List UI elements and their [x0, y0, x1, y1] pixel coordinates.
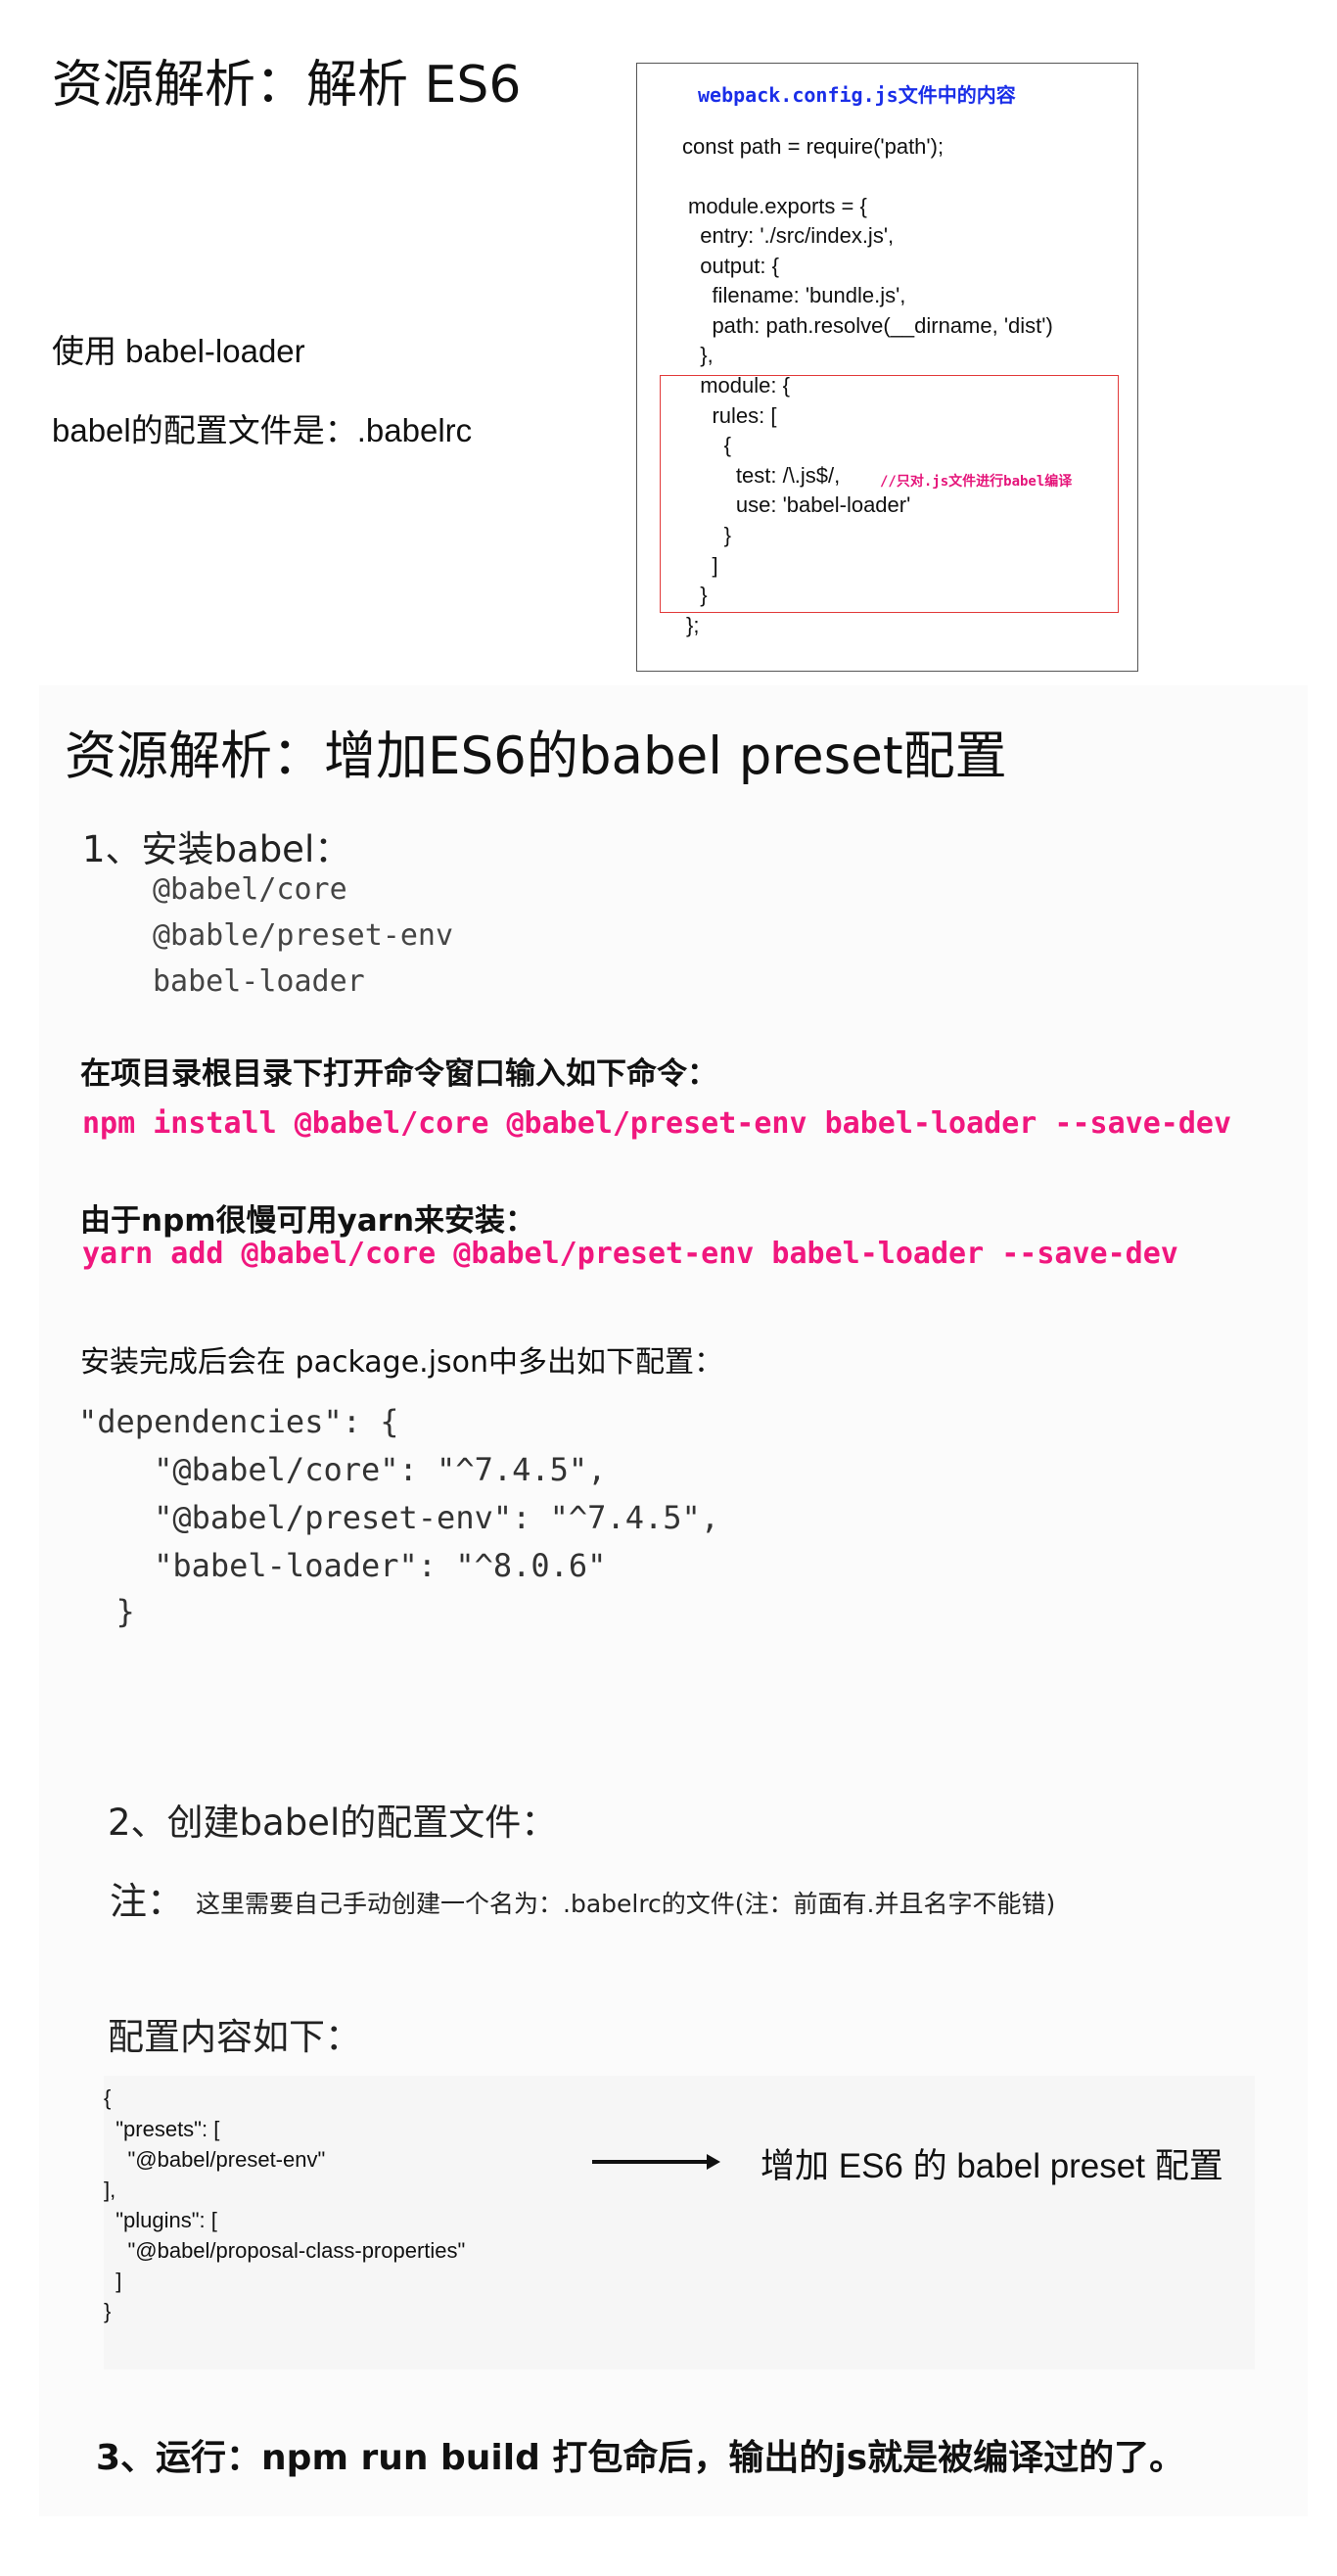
- package-item: babel-loader: [153, 964, 365, 999]
- config-line: {: [104, 2085, 112, 2110]
- deps-line: "babel-loader": "^8.0.6": [78, 1547, 607, 1584]
- npm-install-command: npm install @babel/core @babel/preset-en…: [82, 1106, 1231, 1141]
- step2-heading: 2、创建babel的配置文件：: [108, 1802, 558, 1844]
- config-line: "plugins": [: [104, 2208, 217, 2232]
- yarn-note: 由于npm很慢可用yarn来安装：: [80, 1203, 536, 1239]
- deps-line: "@babel/preset-env": "^7.4.5",: [78, 1499, 720, 1536]
- slide1-line-babel-loader: 使用 babel-loader: [52, 333, 305, 369]
- config-line: ]: [104, 2269, 122, 2293]
- yarn-add-command: yarn add @babel/core @babel/preset-env b…: [82, 1237, 1178, 1271]
- config-line: }: [104, 2299, 112, 2323]
- code-line: };: [686, 613, 700, 637]
- babelrc-config-box: [104, 2076, 1255, 2369]
- module-highlight-box: [660, 375, 1119, 613]
- code-box-heading: webpack.config.js文件中的内容: [698, 83, 1016, 107]
- install-instruction: 在项目录根目录下打开命令窗口输入如下命令：: [80, 1056, 717, 1092]
- babelrc-note: 这里需要自己手动创建一个名为：.babelrc的文件(注：前面有.并且名字不能错…: [196, 1890, 1056, 1918]
- slide1-title: 资源解析：解析 ES6: [52, 56, 522, 115]
- arrow-right-icon: [592, 2160, 712, 2164]
- code-line: filename: 'bundle.js',: [688, 283, 906, 307]
- config-line: ],: [104, 2178, 116, 2202]
- code-line: path: path.resolve(__dirname, 'dist'): [688, 313, 1053, 338]
- slide2-title: 资源解析：增加ES6的babel preset配置: [65, 726, 1007, 786]
- step1-heading: 1、安装babel：: [82, 828, 351, 870]
- code-line: entry: './src/index.js',: [688, 223, 895, 248]
- deps-line: }: [78, 1593, 135, 1630]
- package-item: @bable/preset-env: [153, 918, 454, 953]
- note-label: 注：: [110, 1880, 185, 1923]
- deps-line: "dependencies": {: [78, 1403, 399, 1440]
- config-line: "@babel/preset-env": [104, 2147, 326, 2172]
- package-item: @babel/core: [153, 872, 347, 907]
- config-heading: 配置内容如下：: [108, 2016, 361, 2058]
- slide1-line-babelrc: babel的配置文件是：.babelrc: [52, 412, 473, 448]
- code-line: },: [688, 343, 714, 367]
- arrow-head-icon: [707, 2154, 720, 2170]
- config-line: "@babel/proposal-class-properties": [104, 2238, 466, 2263]
- code-line: module.exports = {: [688, 194, 867, 218]
- step3-run-note: 3、运行：npm run build 打包命后，输出的js就是被编译过的了。: [96, 2438, 1185, 2478]
- arrow-label: 增加 ES6 的 babel preset 配置: [761, 2147, 1223, 2185]
- package-json-note: 安装完成后会在 package.json中多出如下配置：: [80, 1345, 724, 1380]
- webpack-config-code-box: webpack.config.js文件中的内容 const path = req…: [636, 63, 1138, 672]
- deps-line: "@babel/core": "^7.4.5",: [78, 1451, 607, 1488]
- code-line: const path = require('path');: [682, 134, 945, 159]
- code-line: output: {: [688, 254, 779, 278]
- config-line: "presets": [: [104, 2117, 220, 2141]
